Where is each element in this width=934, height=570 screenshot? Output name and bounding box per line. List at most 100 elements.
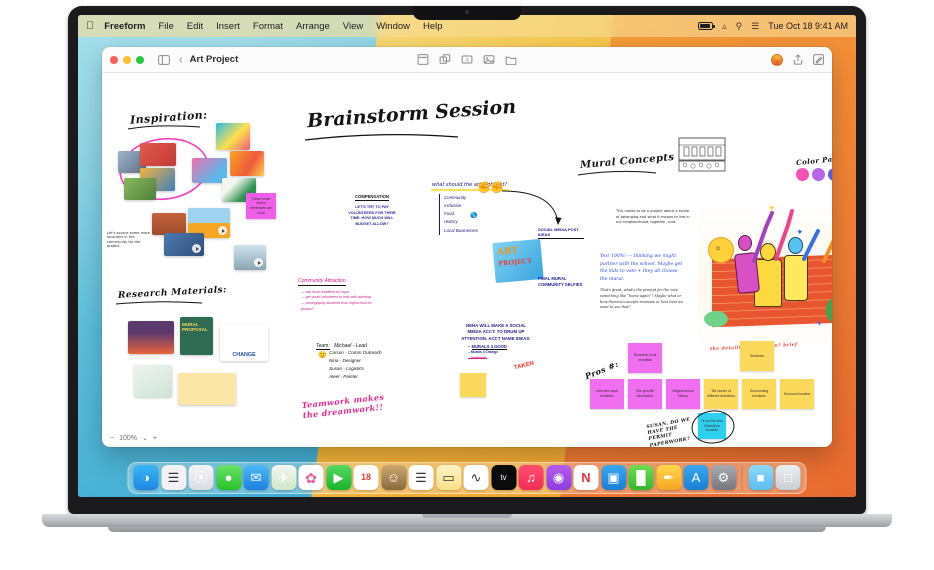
dock-item-trash[interactable]: □ <box>775 465 801 490</box>
dock-item-mail[interactable]: ✉ <box>243 465 269 490</box>
sticky-note-blank-yellow[interactable] <box>460 373 486 397</box>
sticky-note-sketches[interactable]: Sketches <box>740 341 774 371</box>
zoom-out-button[interactable]: − <box>110 435 114 442</box>
dock-item-apple-tv[interactable]: tv <box>491 465 516 490</box>
dock-item-maps[interactable]: ✈ <box>271 465 296 490</box>
zoom-dropdown-chevron-icon[interactable]: ⌄ <box>142 434 148 442</box>
dock-item-contacts[interactable]: ☺ <box>381 465 406 490</box>
color-swatch-purple[interactable] <box>812 168 825 181</box>
art-project-sticker[interactable]: ART PROJECT <box>492 238 544 284</box>
research-doc-mural-proposal[interactable]: MURAL PROPOSAL <box>180 317 213 355</box>
dock-item-launchpad[interactable]: ☰ <box>161 465 186 490</box>
freeform-window: ‹ Art Project A Inspiration: These brush… <box>102 47 832 447</box>
media-icon[interactable] <box>483 54 495 65</box>
research-doc-food-card[interactable] <box>178 373 236 405</box>
inspiration-photo-9[interactable] <box>152 213 186 235</box>
dock-item-notes[interactable]: ▭ <box>436 465 461 490</box>
calendar-icon: 18 <box>360 472 371 482</box>
play-icon[interactable] <box>192 244 201 253</box>
zoom-level-label[interactable]: 100% <box>119 435 137 442</box>
dock-item-pages[interactable]: ✒ <box>656 465 681 490</box>
menu-item-edit[interactable]: Edit <box>187 21 203 32</box>
raised-fist-sticker-1[interactable]: ✊ <box>477 181 491 194</box>
color-swatch-pink[interactable] <box>796 168 809 181</box>
dock-separator <box>741 466 743 490</box>
window-traffic-lights[interactable] <box>110 55 144 64</box>
maximize-button[interactable] <box>136 55 144 64</box>
menu-item-arrange[interactable]: Arrange <box>296 21 330 32</box>
sticky-note-site-info[interactable]: Site specific information <box>628 379 662 409</box>
sticky-note-interview-residents[interactable]: Interview local residents <box>590 379 624 409</box>
finder-icon: ◑ <box>142 470 150 485</box>
sticky-note-research-muralists[interactable]: Research local muralists <box>628 343 662 373</box>
inspiration-photo-2[interactable] <box>140 143 176 166</box>
canvas-zoom-control[interactable]: − 100% ⌄ + <box>110 434 157 443</box>
sticky-note-surrounding-emotions[interactable]: Surrounding emotions <box>742 379 776 409</box>
share-icon[interactable] <box>793 54 803 65</box>
dock-item-photos[interactable]: ✿ <box>298 465 324 490</box>
globe-sticker[interactable]: 🌎 <box>470 212 477 219</box>
facetime-icon: ▶ <box>333 470 344 485</box>
dock-item-news[interactable]: N <box>573 465 599 490</box>
sticky-note-brush-refs[interactable]: These brush stroke references are cool! <box>246 193 276 219</box>
inspiration-photo-5[interactable] <box>216 123 250 150</box>
menu-item-file[interactable]: File <box>158 21 173 32</box>
menu-item-format[interactable]: Format <box>253 21 283 32</box>
macos-dock[interactable]: ◑ ☰ ⦿ ● ✉ ✈ ✿ ▶ 18 ☺ ☰ ▭ ∿ tv ♫ ◉ N ▣ █ ✒ A ⚙ ■ □ <box>127 462 807 494</box>
close-button[interactable] <box>110 55 118 64</box>
text-box-icon[interactable]: A <box>461 54 473 65</box>
smiley-sticker[interactable]: 🙂 <box>318 351 327 359</box>
menu-item-window[interactable]: Window <box>376 21 410 32</box>
format-pencil-icon[interactable] <box>813 54 824 65</box>
back-navigation-icon[interactable]: ‹ <box>179 54 183 66</box>
mural-illustration[interactable]: ☺ ✦ ✦ ✦ <box>698 201 832 349</box>
inspiration-photo-7[interactable] <box>230 151 264 176</box>
dock-item-keynote[interactable]: ▣ <box>601 465 626 490</box>
dock-item-freeform[interactable]: ∿ <box>463 465 489 490</box>
dock-item-numbers[interactable]: █ <box>628 465 654 490</box>
zoom-in-button[interactable]: + <box>153 435 157 442</box>
dock-item-podcasts[interactable]: ◉ <box>546 465 571 490</box>
menu-bar-clock[interactable]: Tue Oct 18 9:41 AM <box>768 21 848 31</box>
menu-item-freeform[interactable]: Freeform <box>104 21 145 32</box>
shapes-icon[interactable] <box>439 54 451 65</box>
play-icon[interactable] <box>254 258 263 267</box>
control-center-icon[interactable]: ☰ <box>751 21 759 32</box>
research-doc-change-poster[interactable]: CHANGE <box>220 325 268 361</box>
dock-item-messages[interactable]: ● <box>216 465 241 490</box>
color-swatch-row[interactable] <box>796 168 832 181</box>
document-title[interactable]: Art Project <box>190 54 239 65</box>
minimize-button[interactable] <box>123 55 131 64</box>
inspiration-video-3[interactable] <box>234 245 266 270</box>
insert-file-icon[interactable] <box>505 54 517 65</box>
battery-icon[interactable] <box>698 22 715 30</box>
sticky-note-surround-location[interactable]: Surround location <box>780 379 814 409</box>
research-doc-map[interactable] <box>134 365 172 397</box>
dock-item-app-store[interactable]: A <box>683 465 709 490</box>
apple-logo-icon[interactable]:  <box>86 20 94 32</box>
sticky-note-tell-stories[interactable]: Tell stories of different directions <box>704 379 738 409</box>
dock-item-music[interactable]: ♫ <box>518 465 544 490</box>
sidebar-toggle-icon[interactable] <box>158 54 170 65</box>
menu-item-insert[interactable]: Insert <box>216 21 240 32</box>
sticky-note-neighborhood-history[interactable]: Neighborhood history <box>666 379 700 409</box>
collaborate-avatar[interactable] <box>771 53 783 66</box>
menu-item-help[interactable]: Help <box>423 21 443 32</box>
color-swatch-blue[interactable] <box>828 168 832 181</box>
wifi-icon[interactable]: ▵ <box>722 21 727 32</box>
dock-item-system-settings[interactable]: ⚙ <box>711 465 736 490</box>
dock-item-downloads-folder[interactable]: ■ <box>748 465 773 490</box>
sticky-note-icon[interactable] <box>417 54 429 65</box>
menu-item-view[interactable]: View <box>343 21 363 32</box>
inspiration-photo-4[interactable] <box>124 178 156 200</box>
inspiration-video-2[interactable] <box>164 233 204 256</box>
dock-item-reminders[interactable]: ☰ <box>408 465 434 490</box>
dock-item-finder[interactable]: ◑ <box>133 465 159 490</box>
dock-item-calendar[interactable]: 18 <box>353 465 379 490</box>
freeform-canvas[interactable]: Inspiration: These brush stroke referenc… <box>102 73 832 447</box>
dock-item-facetime[interactable]: ▶ <box>326 465 351 490</box>
research-doc-car-mountain[interactable] <box>128 321 174 354</box>
dock-item-safari[interactable]: ⦿ <box>188 465 214 490</box>
spotlight-search-icon[interactable]: ⚲ <box>736 21 743 32</box>
play-icon[interactable] <box>218 226 227 235</box>
